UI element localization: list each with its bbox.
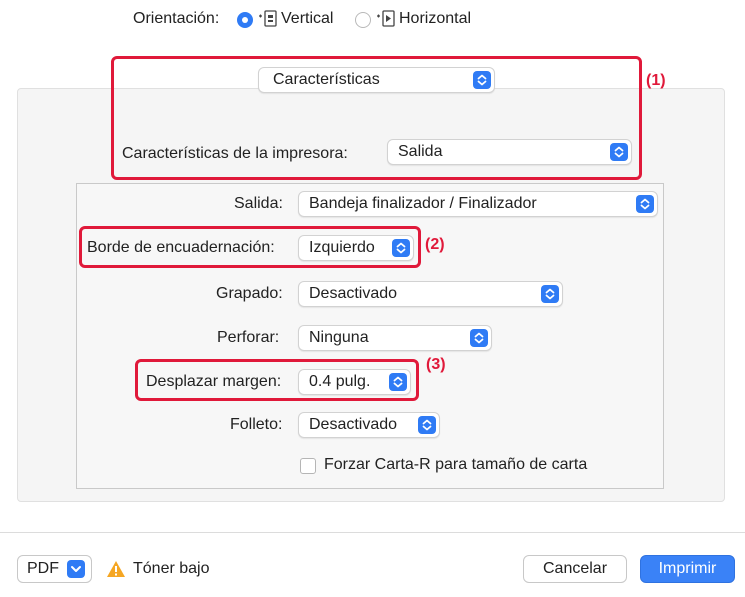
callout-number-2: (2) <box>425 236 445 253</box>
portrait-orientation-icon <box>259 10 277 27</box>
landscape-orientation-icon <box>377 10 395 27</box>
folleto-label: Folleto: <box>230 416 283 433</box>
salida-value: Bandeja finalizador / Finalizador <box>309 195 537 212</box>
perforar-popup[interactable]: Ninguna <box>298 325 492 351</box>
orientation-label: Orientación: <box>133 10 220 27</box>
popup-stepper-icon <box>541 285 559 303</box>
folleto-popup[interactable]: Desactivado <box>298 412 440 438</box>
cancel-button[interactable]: Cancelar <box>523 555 627 583</box>
grapado-label: Grapado: <box>216 285 283 302</box>
print-button[interactable]: Imprimir <box>640 555 735 583</box>
orientation-vertical-label[interactable]: Vertical <box>281 10 333 28</box>
pdf-menu-button[interactable]: PDF <box>17 555 92 583</box>
warning-icon <box>107 561 125 577</box>
popup-stepper-icon <box>636 195 654 213</box>
grapado-popup[interactable]: Desactivado <box>298 281 563 307</box>
perforar-value: Ninguna <box>309 329 369 346</box>
chevron-down-icon <box>67 560 85 578</box>
callout-number-3: (3) <box>426 356 446 373</box>
perforar-label: Perforar: <box>217 329 280 346</box>
forzar-carta-label[interactable]: Forzar Carta-R para tamaño de carta <box>324 456 587 474</box>
salida-label: Salida: <box>234 195 283 212</box>
orientation-horizontal-label[interactable]: Horizontal <box>399 10 471 28</box>
salida-popup[interactable]: Bandeja finalizador / Finalizador <box>298 191 658 217</box>
callout-box-3 <box>135 359 419 401</box>
low-toner-warning: Tóner bajo <box>133 560 210 577</box>
callout-box-2 <box>79 226 421 268</box>
popup-stepper-icon <box>418 416 436 434</box>
grapado-value: Desactivado <box>309 285 398 302</box>
radio-vertical[interactable] <box>237 12 253 28</box>
popup-stepper-icon <box>470 329 488 347</box>
radio-horizontal[interactable] <box>355 12 371 28</box>
forzar-carta-checkbox[interactable] <box>300 458 316 474</box>
footer-divider <box>0 532 745 533</box>
callout-box-1 <box>111 56 642 180</box>
folleto-value: Desactivado <box>309 416 398 433</box>
pdf-label: PDF <box>27 560 59 577</box>
callout-number-1: (1) <box>646 72 666 89</box>
